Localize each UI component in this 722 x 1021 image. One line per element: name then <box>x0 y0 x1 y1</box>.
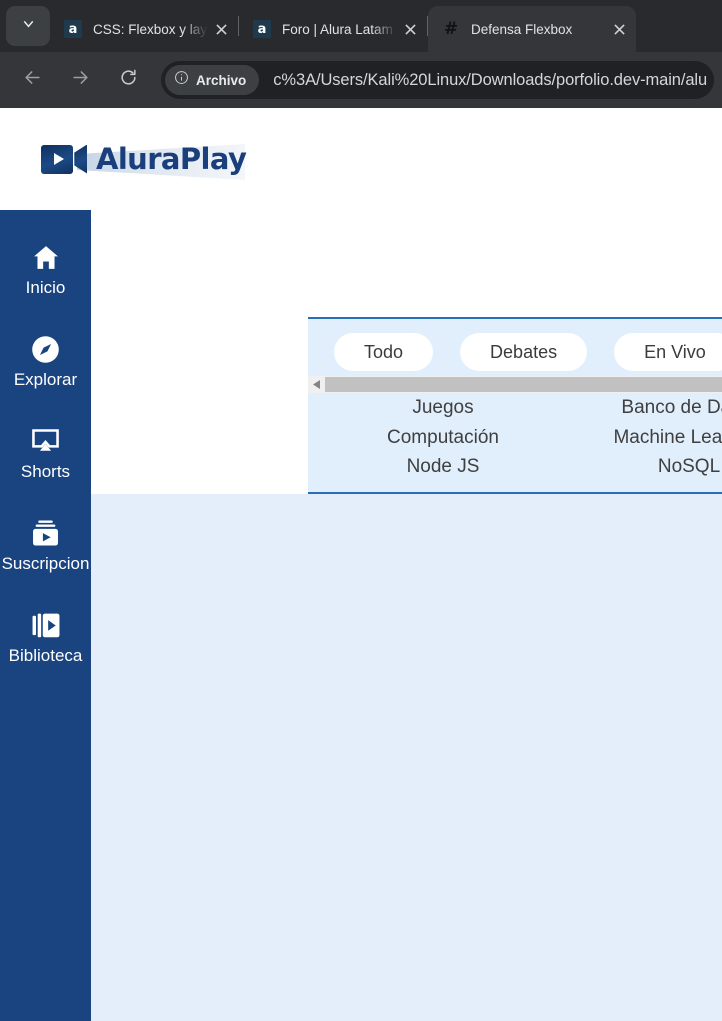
airplay-screen-icon <box>31 426 60 457</box>
category-item-juegos[interactable]: Juegos <box>320 393 566 423</box>
url-text: c%3A/Users/Kali%20Linux/Downloads/porfol… <box>273 70 708 89</box>
close-tab-button[interactable] <box>397 16 423 42</box>
video-library-icon <box>32 610 60 641</box>
video-camera-play-icon <box>41 144 87 174</box>
forward-button[interactable] <box>61 61 99 99</box>
category-pill-todo[interactable]: Todo <box>334 333 434 371</box>
arrow-left-icon <box>23 68 42 92</box>
site-header: AluraPlay <box>0 108 722 210</box>
sidebar-item-label: Explorar <box>13 370 78 389</box>
site-information-button[interactable]: Archivo <box>165 65 260 95</box>
sidebar-item-suscripcion[interactable]: Suscripcion <box>0 500 91 592</box>
category-item-machine-learning[interactable]: Machine Learning <box>566 423 722 453</box>
reload-icon <box>119 68 138 92</box>
sidebar-item-label: Suscripcion <box>1 554 90 573</box>
sidebar-item-explorar[interactable]: Explorar <box>0 316 91 408</box>
category-item-node-js[interactable]: Node JS <box>320 452 566 482</box>
horizontal-scrollbar[interactable] <box>308 376 722 393</box>
sidebar-item-biblioteca[interactable]: Biblioteca <box>0 592 91 684</box>
tab-title: Foro | Alura Latam - C <box>282 21 397 37</box>
category-pill-debates[interactable]: Debates <box>460 333 588 371</box>
category-columns: Juegos Computación Node JS Banco de Dato… <box>308 393 722 482</box>
reload-button[interactable] <box>109 61 147 99</box>
scroll-left-button[interactable] <box>308 376 325 393</box>
category-column-1: Juegos Computación Node JS <box>320 393 566 482</box>
sidebar-item-label: Inicio <box>25 278 66 297</box>
category-item-nosql[interactable]: NoSQL <box>566 452 722 482</box>
security-label: Archivo <box>196 72 247 88</box>
address-bar[interactable]: Archivo c%3A/Users/Kali%20Linux/Download… <box>161 61 714 99</box>
web-page: AluraPlay Inicio Explorar Shorts Suscrip… <box>0 108 722 1021</box>
category-filter-panel: Todo Debates En Vivo Juegos Computación … <box>308 317 722 494</box>
sidebar-item-inicio[interactable]: Inicio <box>0 224 91 316</box>
browser-toolbar: Archivo c%3A/Users/Kali%20Linux/Download… <box>0 52 722 108</box>
sidebar-item-label: Shorts <box>20 462 71 481</box>
arrow-right-icon <box>71 68 90 92</box>
home-icon <box>32 242 60 273</box>
browser-tab-3-active[interactable]: # Defensa Flexbox <box>428 6 636 52</box>
alura-a-icon: a <box>64 20 82 38</box>
tab-title: Defensa Flexbox <box>471 21 573 37</box>
sidebar-item-shorts[interactable]: Shorts <box>0 408 91 500</box>
category-pill-en-vivo[interactable]: En Vivo <box>614 333 722 371</box>
triangle-left-icon <box>312 376 321 394</box>
category-item-banco-de-datos[interactable]: Banco de Datos <box>566 393 722 423</box>
browser-tab-1[interactable]: a CSS: Flexbox y layout <box>50 6 238 52</box>
scrollbar-thumb[interactable] <box>325 377 722 392</box>
browser-tab-2[interactable]: a Foro | Alura Latam - C <box>239 6 427 52</box>
category-item-computacion[interactable]: Computación <box>320 423 566 453</box>
subscriptions-icon <box>32 518 59 549</box>
tab-search-button[interactable] <box>6 6 50 46</box>
main-content-area <box>91 494 722 1021</box>
browser-chrome: a CSS: Flexbox y layout a Foro | Alura L… <box>0 0 722 108</box>
aluraplay-logo[interactable]: AluraPlay <box>41 142 247 180</box>
category-pill-row: Todo Debates En Vivo <box>308 319 722 371</box>
alura-a-icon: a <box>253 20 271 38</box>
compass-icon <box>31 334 60 365</box>
tab-strip: a CSS: Flexbox y layout a Foro | Alura L… <box>0 0 722 52</box>
hash-icon: # <box>443 19 459 39</box>
info-circle-icon <box>174 70 196 90</box>
category-column-2: Banco de Datos Machine Learning NoSQL <box>566 393 722 482</box>
close-tab-button[interactable] <box>606 16 632 42</box>
tab-title: CSS: Flexbox y layout <box>93 21 208 37</box>
sidebar-item-label: Biblioteca <box>8 646 83 665</box>
sidebar: Inicio Explorar Shorts Suscripcion Bibli… <box>0 210 91 1021</box>
logo-text: AluraPlay <box>96 142 247 176</box>
back-button[interactable] <box>13 61 51 99</box>
chevron-down-icon <box>20 15 37 37</box>
close-tab-button[interactable] <box>208 16 234 42</box>
